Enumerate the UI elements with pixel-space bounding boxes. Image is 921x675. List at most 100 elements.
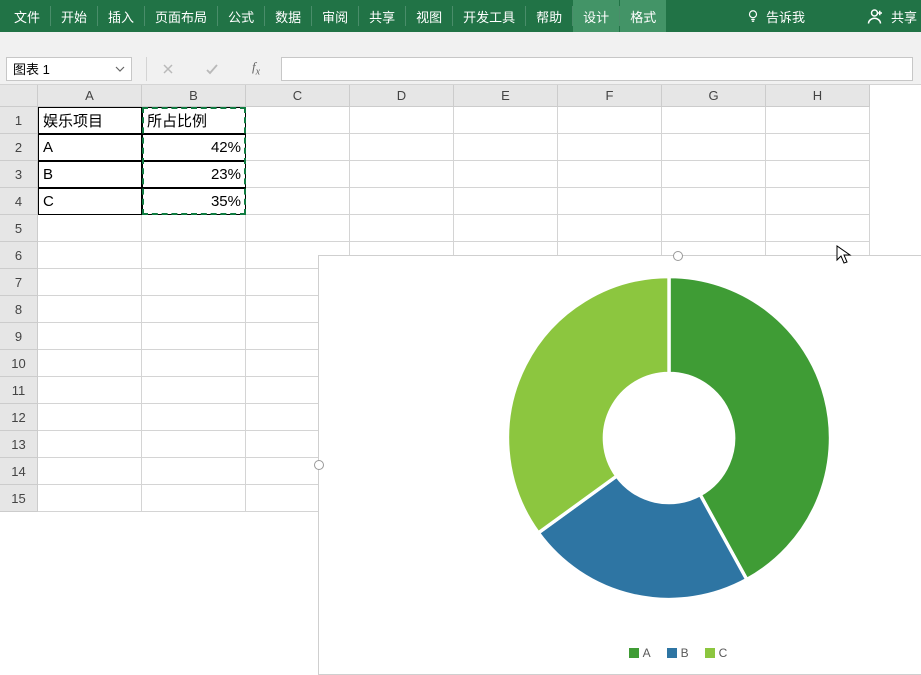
cell-E5[interactable] (454, 215, 558, 242)
legend-item-B[interactable]: B (667, 646, 689, 660)
cell-E3[interactable] (454, 161, 558, 188)
cell-A3[interactable]: B (38, 161, 142, 188)
cell-G2[interactable] (662, 134, 766, 161)
cell-D2[interactable] (350, 134, 454, 161)
cell-H2[interactable] (766, 134, 870, 161)
legend-item-A[interactable]: A (629, 646, 651, 660)
cancel-icon[interactable] (161, 62, 175, 76)
donut-slice-C[interactable] (508, 277, 670, 533)
ribbon-tab-5[interactable]: 数据 (265, 0, 311, 32)
col-header-B[interactable]: B (142, 85, 246, 107)
cells-area[interactable]: 娱乐项目所占比例A42%B23%C35%ABC (38, 107, 921, 557)
cell-H4[interactable] (766, 188, 870, 215)
chart-handle-n[interactable] (673, 251, 683, 261)
cell-E1[interactable] (454, 107, 558, 134)
ribbon-tab-3[interactable]: 页面布局 (145, 0, 217, 32)
cell-E2[interactable] (454, 134, 558, 161)
row-header-4[interactable]: 4 (0, 188, 38, 215)
cell-A11[interactable] (38, 377, 142, 404)
col-header-E[interactable]: E (454, 85, 558, 107)
cell-G4[interactable] (662, 188, 766, 215)
cell-D3[interactable] (350, 161, 454, 188)
row-header-5[interactable]: 5 (0, 215, 38, 242)
cell-C1[interactable] (246, 107, 350, 134)
cell-B15[interactable] (142, 485, 246, 512)
cell-F2[interactable] (558, 134, 662, 161)
cell-H3[interactable] (766, 161, 870, 188)
cell-B14[interactable] (142, 458, 246, 485)
row-header-1[interactable]: 1 (0, 107, 38, 134)
ribbon-tab-9[interactable]: 开发工具 (453, 0, 525, 32)
col-header-A[interactable]: A (38, 85, 142, 107)
ribbon-tab-4[interactable]: 公式 (218, 0, 264, 32)
row-header-11[interactable]: 11 (0, 377, 38, 404)
ribbon-tab-11[interactable]: 设计 (573, 0, 619, 32)
col-header-D[interactable]: D (350, 85, 454, 107)
cell-B13[interactable] (142, 431, 246, 458)
cell-B5[interactable] (142, 215, 246, 242)
cell-C2[interactable] (246, 134, 350, 161)
ribbon-tab-2[interactable]: 插入 (98, 0, 144, 32)
cell-A14[interactable] (38, 458, 142, 485)
row-header-10[interactable]: 10 (0, 350, 38, 377)
cell-C4[interactable] (246, 188, 350, 215)
cell-D1[interactable] (350, 107, 454, 134)
row-header-3[interactable]: 3 (0, 161, 38, 188)
cell-A7[interactable] (38, 269, 142, 296)
row-header-2[interactable]: 2 (0, 134, 38, 161)
cell-G5[interactable] (662, 215, 766, 242)
cell-A15[interactable] (38, 485, 142, 512)
cell-B8[interactable] (142, 296, 246, 323)
cell-A13[interactable] (38, 431, 142, 458)
cell-B3[interactable]: 23% (142, 161, 246, 188)
col-header-H[interactable]: H (766, 85, 870, 107)
cell-A8[interactable] (38, 296, 142, 323)
select-all-corner[interactable] (0, 85, 38, 107)
cell-A5[interactable] (38, 215, 142, 242)
ribbon-tab-10[interactable]: 帮助 (526, 0, 572, 32)
cell-B10[interactable] (142, 350, 246, 377)
cell-B12[interactable] (142, 404, 246, 431)
cell-B6[interactable] (142, 242, 246, 269)
cell-F5[interactable] (558, 215, 662, 242)
ribbon-tab-8[interactable]: 视图 (406, 0, 452, 32)
fx-icon[interactable]: fx (249, 62, 263, 76)
name-box[interactable]: 图表 1 (6, 57, 132, 81)
formula-input[interactable] (281, 57, 913, 81)
cell-E4[interactable] (454, 188, 558, 215)
col-header-F[interactable]: F (558, 85, 662, 107)
cell-C5[interactable] (246, 215, 350, 242)
row-header-14[interactable]: 14 (0, 458, 38, 485)
cell-A2[interactable]: A (38, 134, 142, 161)
cell-A12[interactable] (38, 404, 142, 431)
col-header-C[interactable]: C (246, 85, 350, 107)
chevron-down-icon[interactable] (115, 64, 125, 74)
cell-A10[interactable] (38, 350, 142, 377)
row-header-6[interactable]: 6 (0, 242, 38, 269)
chart-handle-w[interactable] (314, 460, 324, 470)
cell-G1[interactable] (662, 107, 766, 134)
cell-A1[interactable]: 娱乐项目 (38, 107, 142, 134)
tell-me-label[interactable]: 告诉我 (766, 7, 805, 26)
ribbon-tab-12[interactable]: 格式 (620, 0, 666, 32)
row-header-8[interactable]: 8 (0, 296, 38, 323)
ribbon-tab-7[interactable]: 共享 (359, 0, 405, 32)
ribbon-tab-0[interactable]: 文件 (4, 0, 50, 32)
enter-icon[interactable] (205, 62, 219, 76)
legend-item-C[interactable]: C (705, 646, 728, 660)
ribbon-tab-1[interactable]: 开始 (51, 0, 97, 32)
cell-G3[interactable] (662, 161, 766, 188)
row-header-9[interactable]: 9 (0, 323, 38, 350)
col-header-G[interactable]: G (662, 85, 766, 107)
cell-B4[interactable]: 35% (142, 188, 246, 215)
cell-C3[interactable] (246, 161, 350, 188)
cell-F3[interactable] (558, 161, 662, 188)
cell-F4[interactable] (558, 188, 662, 215)
chart-object[interactable]: A B C (318, 255, 921, 675)
share-label[interactable]: 共享 (891, 7, 917, 26)
cell-H1[interactable] (766, 107, 870, 134)
cell-B7[interactable] (142, 269, 246, 296)
cell-B9[interactable] (142, 323, 246, 350)
cell-D4[interactable] (350, 188, 454, 215)
cell-B2[interactable]: 42% (142, 134, 246, 161)
